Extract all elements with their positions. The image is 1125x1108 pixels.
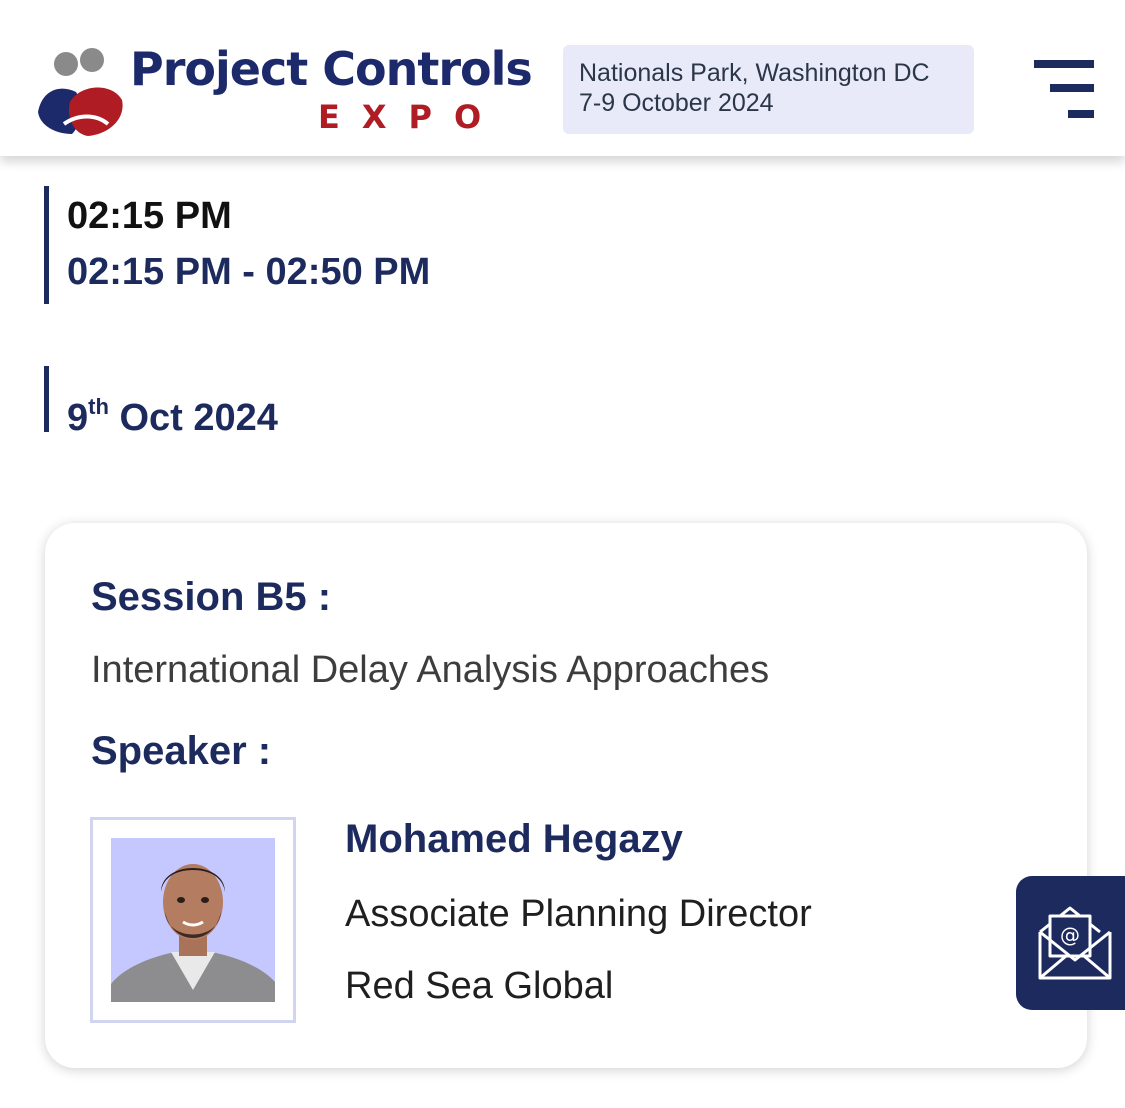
email-envelope-icon: @ — [1038, 906, 1112, 980]
session-label: Session B5 : — [91, 575, 332, 619]
hamburger-menu-icon[interactable] — [1028, 56, 1098, 124]
venue-location: Nationals Park, Washington DC — [579, 59, 930, 87]
menu-bar-top — [1034, 60, 1094, 68]
venue-dates: 7-9 October 2024 — [579, 89, 774, 117]
date-ordinal-suffix: th — [88, 394, 109, 419]
svg-text:@: @ — [1060, 923, 1080, 947]
menu-bar-bottom — [1068, 110, 1094, 118]
date-month-year: Oct 2024 — [108, 397, 278, 439]
speaker-portrait-image — [111, 838, 275, 1002]
session-time-range: 02:15 PM - 02:50 PM — [67, 251, 431, 293]
speaker-label: Speaker : — [91, 729, 272, 773]
menu-bar-middle — [1050, 84, 1094, 92]
speaker-name[interactable]: Mohamed Hegazy — [345, 817, 683, 862]
session-card: Session B5 : International Delay Analysi… — [45, 523, 1087, 1068]
logo-title: Project Controls — [130, 42, 533, 96]
site-header: Project Controls EXPO Nationals Park, Wa… — [0, 0, 1125, 156]
email-contact-button[interactable]: @ — [1016, 876, 1125, 1010]
session-title: International Delay Analysis Approaches — [91, 649, 770, 691]
logo-subtitle: EXPO — [318, 98, 504, 136]
speaker-organization: Red Sea Global — [345, 965, 614, 1007]
session-time-block: 02:15 PM 02:15 PM - 02:50 PM — [44, 186, 430, 304]
logo-people-icon — [38, 48, 123, 136]
speaker-role: Associate Planning Director — [345, 893, 812, 935]
speaker-photo-frame[interactable] — [90, 817, 296, 1023]
speaker-photo — [111, 838, 275, 1002]
session-start-time: 02:15 PM — [67, 195, 232, 237]
site-logo[interactable]: Project Controls EXPO — [34, 40, 534, 140]
date-day: 9 — [67, 397, 89, 439]
session-date: 9th Oct 2024 — [44, 366, 278, 439]
venue-info-box: Nationals Park, Washington DC 7-9 Octobe… — [563, 45, 974, 134]
page: Project Controls EXPO Nationals Park, Wa… — [0, 0, 1125, 1108]
